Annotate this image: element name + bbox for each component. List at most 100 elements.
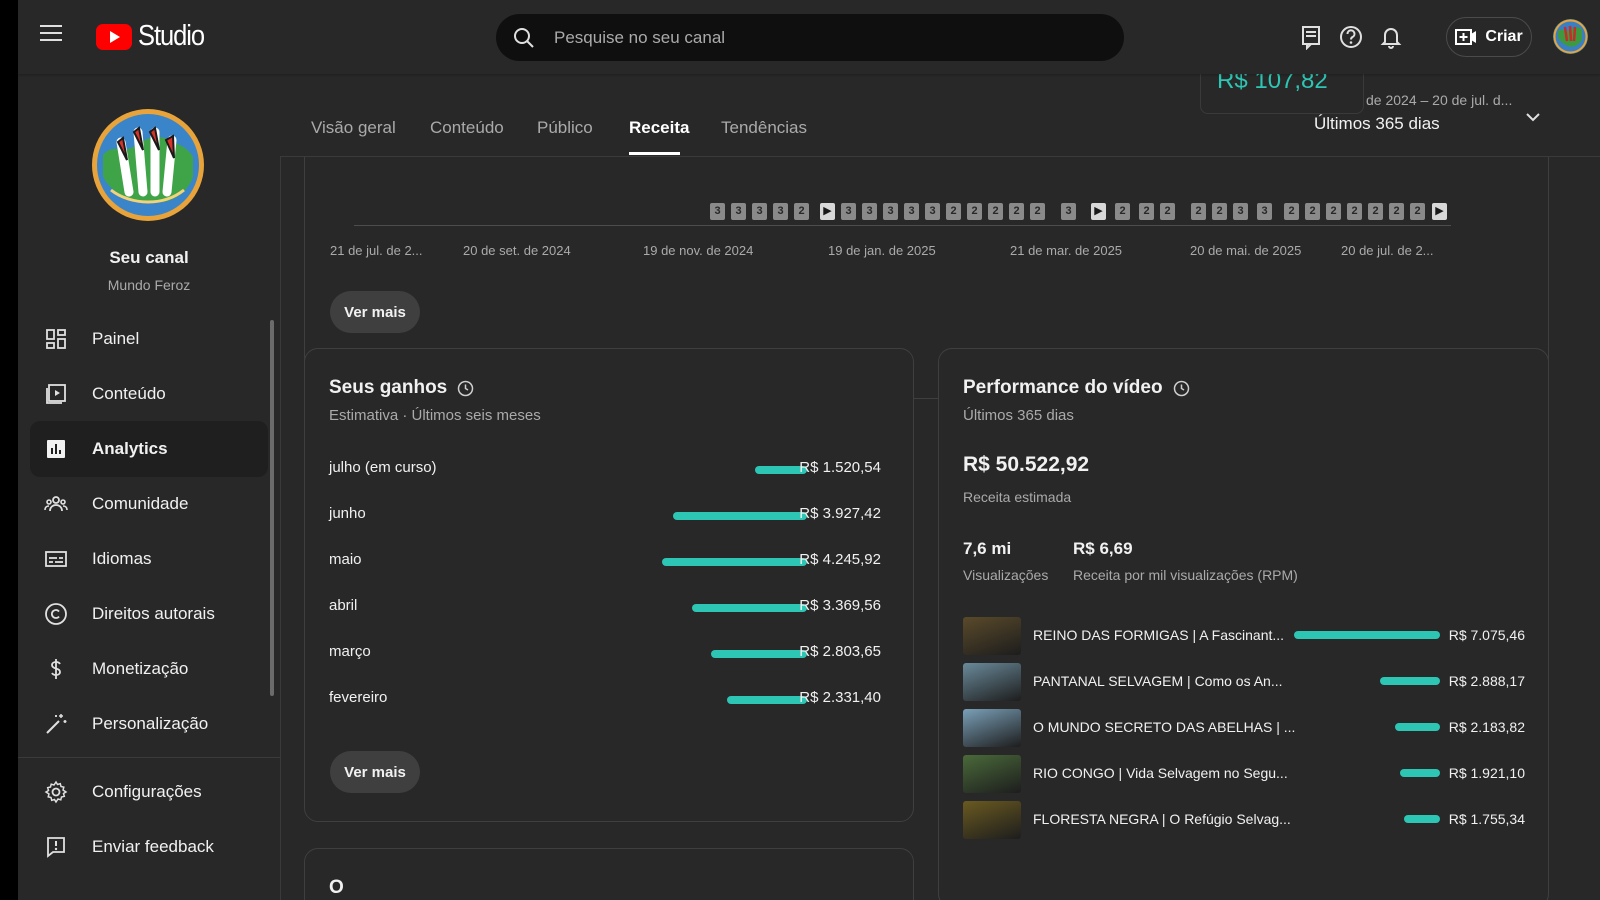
add-video-icon — [1455, 29, 1477, 45]
search-bar[interactable] — [496, 14, 1124, 61]
sidebar-item-monetizacao[interactable]: Monetização — [30, 641, 268, 697]
sidebar-item-conteudo[interactable]: Conteúdo — [30, 366, 268, 422]
earnings-value: R$ 2.331,40 — [799, 689, 881, 706]
performance-title-text: Performance do vídeo — [963, 377, 1163, 398]
video-marker[interactable]: 2 — [988, 203, 1003, 220]
video-marker[interactable]: 3 — [1233, 203, 1248, 220]
video-row[interactable]: RIO CONGO | Vida Selvagem no Segu... R$ 1… — [963, 755, 1525, 795]
account-avatar[interactable] — [1553, 19, 1588, 54]
video-marker[interactable]: 3 — [1257, 203, 1272, 220]
video-marker[interactable]: 3 — [841, 203, 856, 220]
video-marker-play-icon[interactable]: ▶ — [820, 203, 835, 220]
tab-publico[interactable]: Público — [537, 118, 593, 138]
video-row[interactable]: FLORESTA NEGRA | O Refúgio Selvag... R$ 1… — [963, 801, 1525, 841]
video-thumbnail[interactable] — [963, 709, 1021, 747]
video-thumbnail[interactable] — [963, 755, 1021, 793]
sidebar-item-painel[interactable]: Painel — [30, 311, 268, 367]
video-marker[interactable]: 3 — [731, 203, 746, 220]
sidebar-scrollbar[interactable] — [270, 320, 274, 696]
video-title[interactable]: O MUNDO SECRETO DAS ABELHAS | ... — [1033, 719, 1295, 735]
create-button[interactable]: Criar — [1446, 17, 1532, 57]
video-marker[interactable]: 2 — [1212, 203, 1227, 220]
video-marker[interactable]: 2 — [1115, 203, 1130, 220]
chevron-down-icon[interactable] — [1523, 107, 1543, 127]
video-thumbnail[interactable] — [963, 801, 1021, 839]
video-marker[interactable]: 2 — [1305, 203, 1320, 220]
video-row[interactable]: REINO DAS FORMIGAS | A Fascinant... R$ 7.… — [963, 617, 1525, 657]
earnings-row: fevereiro R$ 2.331,40 — [329, 689, 889, 713]
video-marker[interactable]: 2 — [1139, 203, 1154, 220]
video-marker[interactable]: 3 — [904, 203, 919, 220]
video-row[interactable]: O MUNDO SECRETO DAS ABELHAS | ... R$ 2.18… — [963, 709, 1525, 749]
video-title[interactable]: REINO DAS FORMIGAS | A Fascinant... — [1033, 627, 1284, 643]
see-more-button[interactable]: Ver mais — [330, 291, 420, 333]
video-marker[interactable]: 2 — [1009, 203, 1024, 220]
video-marker[interactable]: 2 — [794, 203, 809, 220]
earnings-title: Seus ganhos — [329, 377, 474, 399]
copyright-icon — [45, 603, 67, 625]
sidebar-item-enviar-feedback[interactable]: Enviar feedback — [30, 819, 268, 875]
video-title[interactable]: PANTANAL SELVAGEM | Como os An... — [1033, 673, 1283, 689]
video-marker-play-icon[interactable]: ▶ — [1432, 203, 1447, 220]
subtitles-feedback-icon[interactable] — [1298, 24, 1324, 51]
sidebar-item-label: Direitos autorais — [92, 604, 215, 623]
date-range-value[interactable]: Últimos 365 dias — [1314, 114, 1440, 134]
timeline-axis — [354, 225, 1451, 226]
video-title[interactable]: FLORESTA NEGRA | O Refúgio Selvag... — [1033, 811, 1291, 827]
sidebar-item-idiomas[interactable]: Idiomas — [30, 531, 268, 587]
sidebar-item-configuracoes[interactable]: Configurações — [30, 764, 268, 820]
video-title[interactable]: RIO CONGO | Vida Selvagem no Segu... — [1033, 765, 1288, 781]
search-input[interactable] — [552, 26, 1076, 49]
video-row[interactable]: PANTANAL SELVAGEM | Como os An... R$ 2.88… — [963, 663, 1525, 703]
video-marker[interactable]: 2 — [1191, 203, 1206, 220]
video-marker[interactable]: 3 — [1061, 203, 1076, 220]
tab-receita[interactable]: Receita — [629, 118, 689, 138]
earnings-month-label: julho (em curso) — [329, 459, 437, 476]
clock-icon[interactable] — [1173, 380, 1190, 397]
tab-conteudo[interactable]: Conteúdo — [430, 118, 504, 138]
earnings-bar — [692, 604, 807, 612]
video-marker[interactable]: 2 — [1326, 203, 1341, 220]
sidebar-item-direitos-autorais[interactable]: Direitos autorais — [30, 586, 268, 642]
see-more-earnings-button[interactable]: Ver mais — [330, 751, 420, 793]
sidebar-item-comunidade[interactable]: Comunidade — [30, 476, 268, 532]
sidebar-item-label: Conteúdo — [92, 384, 166, 403]
video-thumbnail[interactable] — [963, 617, 1021, 655]
sidebar-item-label: Personalização — [92, 714, 209, 733]
notifications-bell-icon[interactable] — [1378, 24, 1404, 50]
video-revenue-bar — [1395, 723, 1440, 731]
video-marker[interactable]: 3 — [925, 203, 940, 220]
video-marker[interactable]: 3 — [752, 203, 767, 220]
video-marker[interactable]: 2 — [946, 203, 961, 220]
video-marker[interactable]: 2 — [1160, 203, 1175, 220]
studio-logo[interactable]: Studio — [96, 20, 213, 53]
estimated-revenue-value: R$ 50.522,92 — [963, 453, 1090, 476]
video-marker[interactable]: 3 — [710, 203, 725, 220]
video-marker[interactable]: 2 — [1284, 203, 1299, 220]
video-marker[interactable]: 2 — [1368, 203, 1383, 220]
video-marker[interactable]: 2 — [1389, 203, 1404, 220]
video-marker-play-icon[interactable]: ▶ — [1091, 203, 1106, 220]
video-performance-card: Performance do vídeo Últimos 365 dias R$… — [938, 348, 1549, 900]
video-marker[interactable]: 3 — [862, 203, 877, 220]
video-marker[interactable]: 2 — [1410, 203, 1425, 220]
video-marker[interactable]: 3 — [773, 203, 788, 220]
clock-icon[interactable] — [457, 380, 474, 397]
studio-app: Studio Criar — [18, 0, 1600, 900]
hamburger-menu-icon[interactable] — [40, 24, 72, 50]
date-range-label[interactable]: de 2024 – 20 de jul. d... — [1366, 92, 1512, 108]
video-marker[interactable]: 3 — [883, 203, 898, 220]
tab-visao-geral[interactable]: Visão geral — [311, 118, 396, 138]
youtube-logo-icon — [96, 23, 132, 50]
video-marker[interactable]: 2 — [967, 203, 982, 220]
video-marker[interactable]: 2 — [1030, 203, 1045, 220]
sidebar-item-personalizacao[interactable]: Personalização — [30, 696, 268, 752]
video-marker[interactable]: 2 — [1347, 203, 1362, 220]
video-revenue-value: R$ 2.888,17 — [1448, 673, 1525, 689]
sidebar-item-analytics[interactable]: Analytics — [30, 421, 268, 477]
help-icon[interactable] — [1338, 24, 1364, 50]
channel-avatar[interactable] — [91, 100, 205, 230]
sidebar-divider — [18, 757, 280, 758]
video-thumbnail[interactable] — [963, 663, 1021, 701]
tab-tendencias[interactable]: Tendências — [721, 118, 807, 138]
